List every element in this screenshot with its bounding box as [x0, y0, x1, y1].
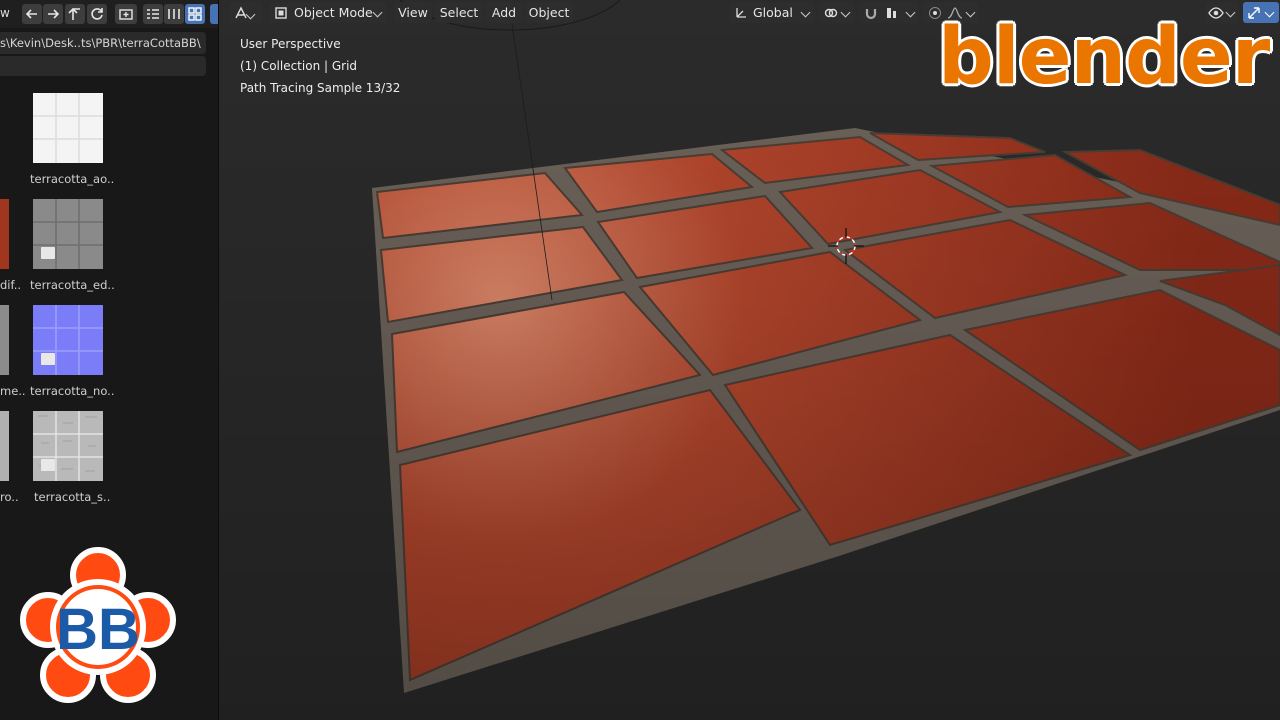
diffuse-thumbnail-cut[interactable]	[0, 199, 9, 269]
normal-map-thumbnail[interactable]	[33, 305, 103, 375]
orientation-axes-icon	[736, 8, 746, 18]
view-perspective-label: User Perspective	[240, 37, 341, 51]
directory-path-field[interactable]: s\Kevin\Desk..ts\PBR\terraCottaBB\	[0, 32, 206, 54]
file-browser-toolbar: w	[0, 0, 218, 28]
chevron-down-icon	[800, 7, 811, 18]
menu-partial-label[interactable]: w	[0, 6, 10, 20]
editor-type-selector[interactable]	[229, 2, 263, 23]
thumbnail-label: dif..	[0, 278, 22, 292]
list-view-icon[interactable]	[143, 4, 163, 24]
thumbnail-label: me..	[0, 384, 26, 398]
specular-map-thumbnail[interactable]	[33, 411, 103, 481]
metal-thumbnail-cut[interactable]	[0, 305, 9, 375]
horizontal-list-view-icon[interactable]	[164, 4, 184, 24]
mode-dropdown[interactable]: Object Mode	[269, 2, 387, 23]
object-mode-icon	[275, 7, 287, 19]
3d-viewport[interactable]	[219, 0, 1280, 720]
snap-magnet-icon	[865, 9, 877, 20]
refresh-icon[interactable]	[87, 4, 107, 24]
blender-logo: blender	[938, 12, 1270, 102]
render-progress-label: Path Tracing Sample 13/32	[240, 81, 401, 95]
pivot-point-dropdown[interactable]	[819, 2, 855, 23]
filename-field[interactable]	[0, 56, 206, 76]
terracotta-tile-render	[219, 0, 1280, 720]
orientation-label: Global	[753, 5, 793, 20]
snapping-controls[interactable]	[859, 2, 919, 23]
link-icon	[824, 8, 838, 18]
ao-map-thumbnail[interactable]	[33, 93, 103, 163]
edge-map-thumbnail[interactable]	[33, 199, 103, 269]
snap-increment-icon	[887, 8, 896, 18]
transform-orientation-dropdown[interactable]: Global	[729, 2, 815, 23]
bb-channel-logo: BB	[20, 547, 176, 703]
new-folder-icon[interactable]	[115, 4, 137, 24]
image-file-icon	[41, 459, 55, 471]
thumbnail-label: terracotta_ed..	[30, 278, 115, 292]
thumbnail-label: terracotta_s..	[34, 490, 111, 504]
parent-directory-icon[interactable]	[65, 4, 85, 24]
rough-thumbnail-cut[interactable]	[0, 411, 9, 481]
thumbnail-label: terracotta_no..	[30, 384, 115, 398]
menu-object[interactable]: Object	[525, 2, 573, 23]
filter-toggle-partial[interactable]	[210, 4, 218, 24]
image-file-icon	[41, 353, 55, 365]
chevron-down-icon	[372, 7, 383, 18]
thumbnail-view-icon[interactable]	[185, 4, 205, 24]
chevron-down-icon	[840, 7, 851, 18]
image-file-icon	[41, 247, 55, 259]
menu-view[interactable]: View	[394, 2, 432, 23]
mode-label: Object Mode	[294, 5, 373, 20]
menu-select[interactable]: Select	[435, 2, 483, 23]
thumbnail-label: ro..	[0, 490, 19, 504]
thumbnail-label: terracotta_ao..	[30, 172, 115, 186]
chevron-down-icon	[905, 7, 916, 18]
back-arrow-icon[interactable]	[22, 4, 42, 24]
collection-info-label: (1) Collection | Grid	[240, 59, 358, 73]
forward-arrow-icon[interactable]	[43, 4, 63, 24]
bb-logo-text: BB	[56, 597, 140, 662]
menu-add[interactable]: Add	[486, 2, 522, 23]
